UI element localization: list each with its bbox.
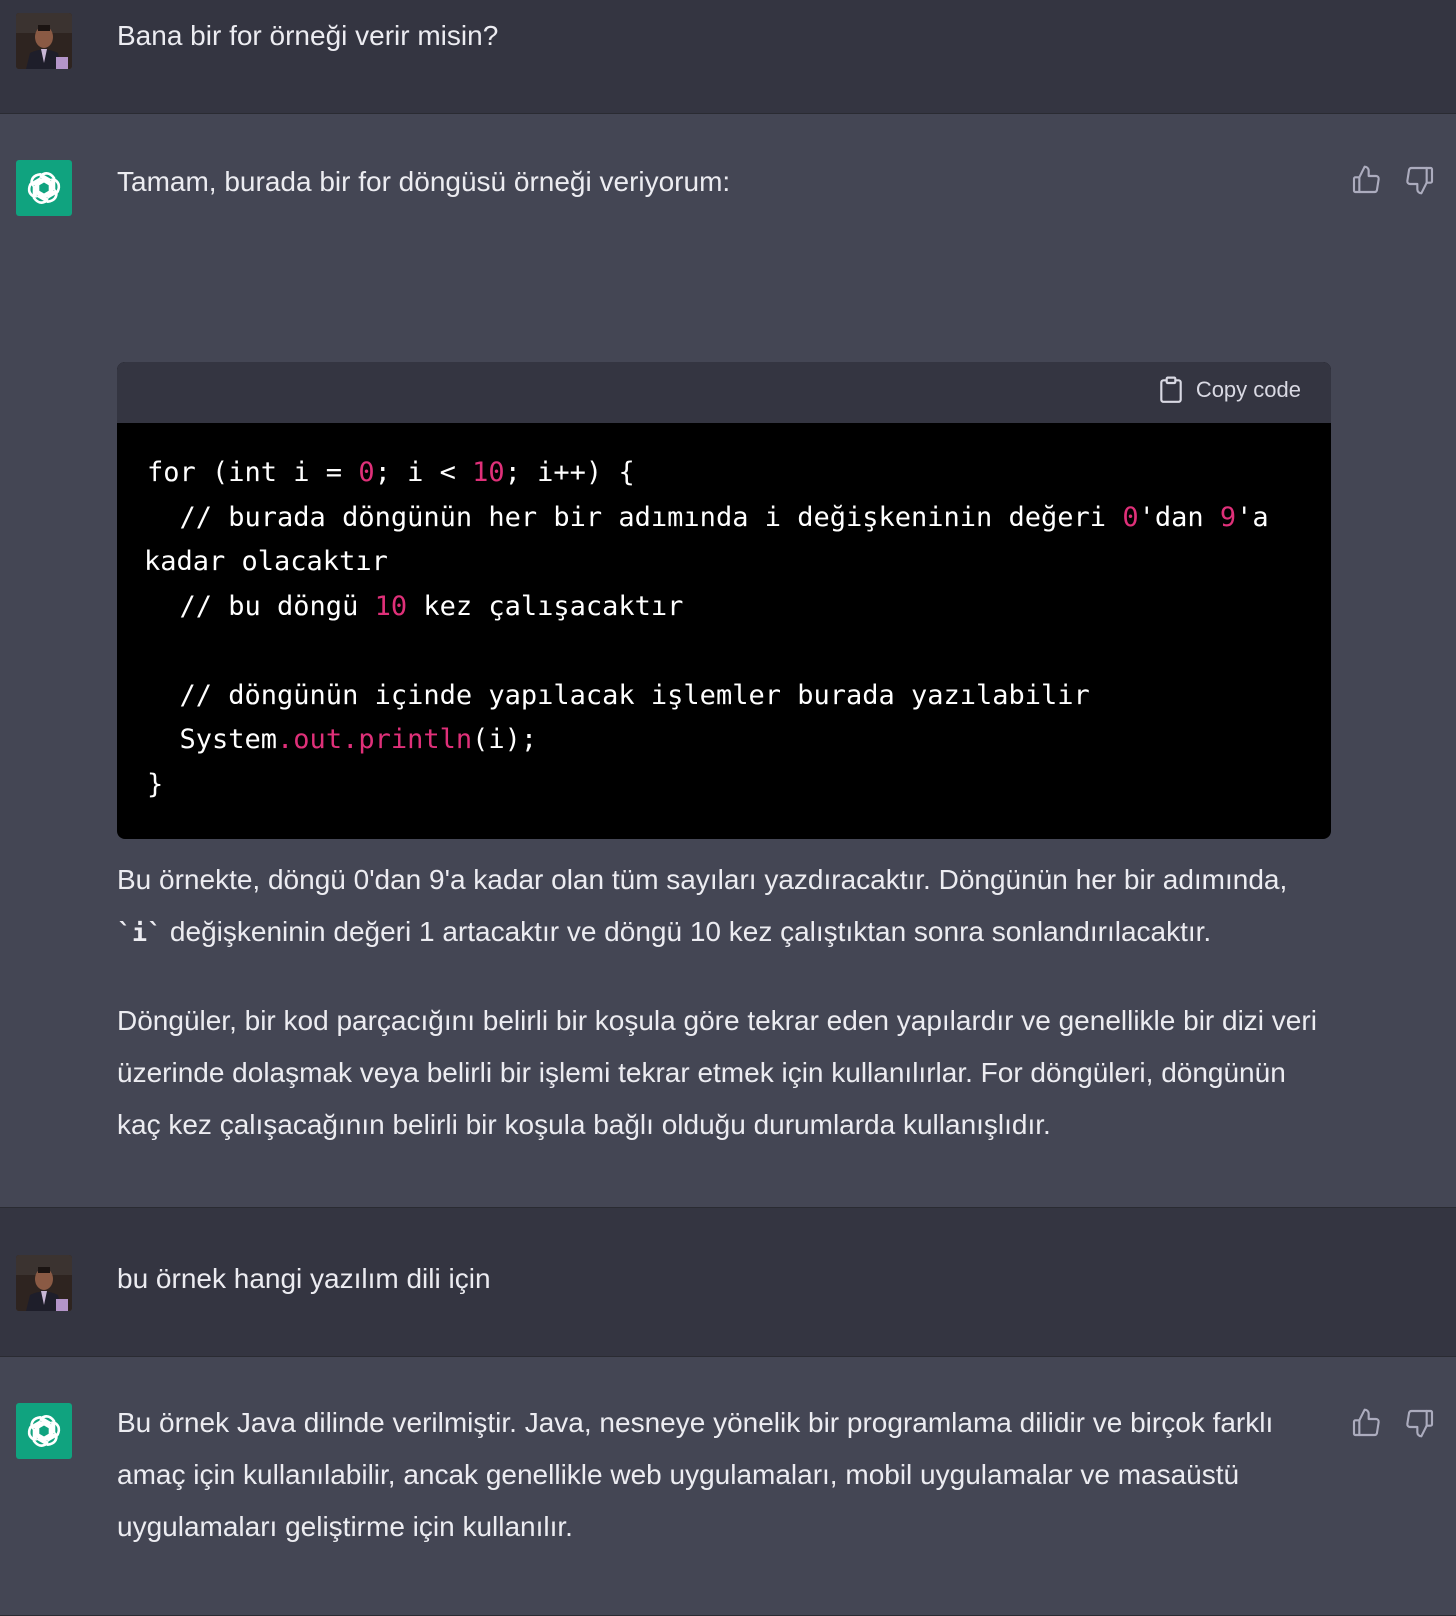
message-paragraph: Bu örnekte, döngü 0'dan 9'a kadar olan t… xyxy=(117,854,1317,959)
feedback-buttons xyxy=(1350,1407,1436,1439)
code-line: System.out.println(i); xyxy=(147,718,1301,763)
code-content: for (int i = 0; i < 10; i++) { // burada… xyxy=(117,423,1331,839)
paragraph-text: değişkeninin değeri 1 artacaktır ve döng… xyxy=(162,916,1212,947)
code-line-empty xyxy=(147,629,1301,674)
code-line: // burada döngünün her bir adımında i de… xyxy=(147,496,1301,541)
user-avatar-photo-icon xyxy=(16,13,72,69)
code-number-token: 0 xyxy=(358,457,375,488)
code-block: Copy code for (int i = 0; i < 10; i++) {… xyxy=(117,362,1331,839)
message-paragraph: bu örnek hangi yazılım dili için xyxy=(117,1263,491,1294)
thumbs-down-icon[interactable] xyxy=(1404,1407,1436,1439)
code-token: } xyxy=(147,768,164,800)
openai-logo-icon xyxy=(27,172,61,204)
code-token: System xyxy=(147,724,278,755)
user-avatar xyxy=(16,13,72,69)
user-avatar xyxy=(16,1255,72,1311)
assistant-message-row: Tamam, burada bir for döngüsü örneği ver… xyxy=(0,114,1456,1208)
user-message-row: bu örnek hangi yazılım dili için xyxy=(0,1208,1456,1357)
user-message-row: Bana bir for örneği verir misin? xyxy=(0,0,1456,114)
code-line: kadar olacaktır xyxy=(144,540,1301,585)
message-paragraph: Bana bir for örneği verir misin? xyxy=(117,20,499,51)
code-method-token: .out.println xyxy=(277,724,473,755)
code-comment-token: kadar olacaktır xyxy=(144,546,388,577)
code-comment-token: 'a xyxy=(1236,501,1269,533)
user-message-text: bu örnek hangi yazılım dili için xyxy=(117,1253,1317,1305)
code-number-token: 10 xyxy=(472,457,505,488)
code-token: (i); xyxy=(472,724,538,755)
clipboard-icon xyxy=(1160,376,1182,403)
copy-code-label: Copy code xyxy=(1195,377,1301,402)
code-number-token: 0 xyxy=(1122,501,1139,533)
code-line: } xyxy=(147,763,1301,808)
paragraph-text: Bu örnekte, döngü 0'dan 9'a kadar olan t… xyxy=(117,864,1288,895)
code-number-token: 9 xyxy=(1219,501,1237,533)
thumbs-up-icon[interactable] xyxy=(1350,1407,1382,1439)
copy-code-button[interactable]: Copy code xyxy=(1158,376,1301,404)
message-paragraph: Bu örnek Java dilinde verilmiştir. Java,… xyxy=(117,1407,1274,1542)
message-paragraph: Tamam, burada bir for döngüsü örneği ver… xyxy=(117,166,731,197)
assistant-message-text: Bu örnek Java dilinde verilmiştir. Java,… xyxy=(117,1397,1317,1553)
code-comment-token: kez çalışacaktır xyxy=(407,590,684,622)
code-token: ; i++) { xyxy=(504,457,635,488)
feedback-buttons xyxy=(1350,164,1436,196)
assistant-message-row: Bu örnek Java dilinde verilmiştir. Java,… xyxy=(0,1357,1456,1616)
code-comment-token: // bu döngü xyxy=(147,590,375,622)
code-line: // bu döngü 10 kez çalışacaktır xyxy=(147,585,1301,630)
assistant-avatar xyxy=(16,1403,72,1459)
code-token: ; i < xyxy=(374,457,473,488)
message-paragraph: Döngüler, bir kod parçacığını belirli bi… xyxy=(117,1005,1317,1140)
assistant-intro-text: Tamam, burada bir for döngüsü örneği ver… xyxy=(117,156,1317,208)
user-avatar-photo-icon xyxy=(16,1255,72,1311)
code-token: for (int i = xyxy=(147,457,359,488)
user-message-text: Bana bir for örneği verir misin? xyxy=(117,10,1317,62)
code-line: // döngünün içinde yapılacak işlemler bu… xyxy=(147,674,1301,719)
assistant-avatar xyxy=(16,160,72,216)
code-number-token: 10 xyxy=(374,590,408,622)
code-block-header: Copy code xyxy=(117,362,1331,423)
code-comment-token: // burada döngünün her bir adımında i de… xyxy=(147,501,1123,533)
openai-logo-icon xyxy=(27,1415,61,1447)
code-comment-token: // döngünün içinde yapılacak işlemler bu… xyxy=(147,679,1090,711)
thumbs-down-icon[interactable] xyxy=(1404,164,1436,196)
inline-code: `i` xyxy=(117,918,163,947)
code-line: for (int i = 0; i < 10; i++) { xyxy=(147,451,1301,496)
code-comment-token: 'dan xyxy=(1138,501,1220,533)
assistant-explanation-text: Bu örnekte, döngü 0'dan 9'a kadar olan t… xyxy=(117,854,1317,1151)
thumbs-up-icon[interactable] xyxy=(1350,164,1382,196)
